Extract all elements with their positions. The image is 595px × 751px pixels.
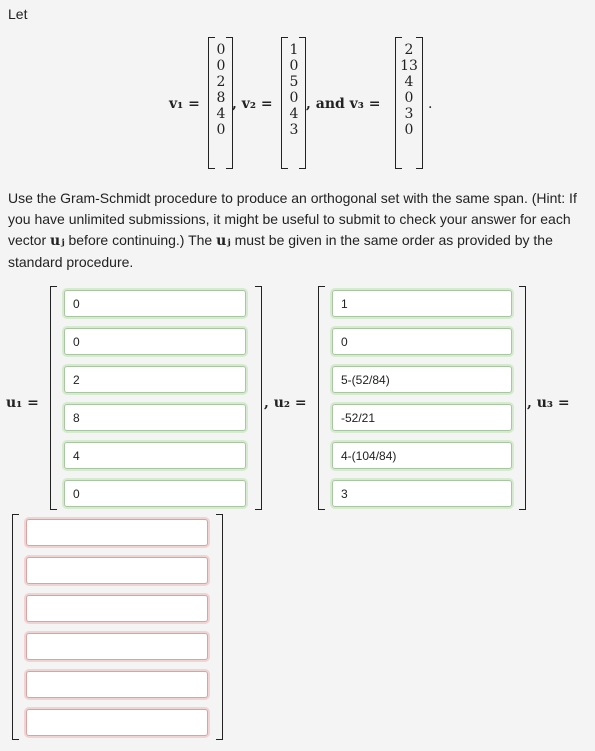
u1-entry-input[interactable] — [64, 480, 246, 507]
u2-entry-input[interactable] — [332, 366, 512, 393]
u2-left-bracket — [318, 286, 325, 510]
u1-label: u₁ = — [6, 395, 39, 411]
u2-entry-input[interactable] — [332, 480, 512, 507]
u2-entry-input[interactable] — [332, 404, 512, 431]
u1-right-bracket — [255, 286, 262, 510]
v2-label: , v₂ = — [232, 96, 273, 112]
u3-entry-input[interactable] — [26, 595, 208, 622]
u2-label: , u₂ = — [264, 395, 307, 411]
instructions-part2: before continuing.) The — [64, 232, 217, 248]
u3-right-bracket — [216, 514, 223, 740]
u1-left-bracket — [50, 286, 57, 510]
v2-right-bracket — [299, 37, 306, 169]
u1-entry-input[interactable] — [64, 404, 246, 431]
u3-entry-input[interactable] — [26, 709, 208, 736]
u3-entry-input[interactable] — [26, 671, 208, 698]
v3-right-bracket — [416, 37, 423, 169]
u3-left-bracket — [12, 514, 19, 740]
instructions-text: Use the Gram-Schmidt procedure to produc… — [8, 188, 592, 273]
u3-entry-input[interactable] — [26, 633, 208, 660]
u3-entry-input[interactable] — [26, 519, 208, 546]
v1-label: v₁ = — [169, 96, 200, 112]
u1-entry-input[interactable] — [64, 442, 246, 469]
v3-label: , and v₃ = — [306, 96, 381, 112]
u1-entry-input[interactable] — [64, 290, 246, 317]
uj-symbol: uⱼ — [50, 233, 65, 249]
u2-entry-input[interactable] — [332, 328, 512, 355]
period: . — [428, 96, 433, 112]
intro-text: Let — [8, 6, 28, 22]
u2-right-bracket — [519, 286, 526, 510]
u2-entry-input[interactable] — [332, 290, 512, 317]
u3-label: , u₃ = — [527, 395, 570, 411]
u1-entry-input[interactable] — [64, 328, 246, 355]
u2-entry-input[interactable] — [332, 442, 512, 469]
u1-entry-input[interactable] — [64, 366, 246, 393]
u3-entry-input[interactable] — [26, 557, 208, 584]
uj-symbol: uⱼ — [216, 233, 231, 249]
